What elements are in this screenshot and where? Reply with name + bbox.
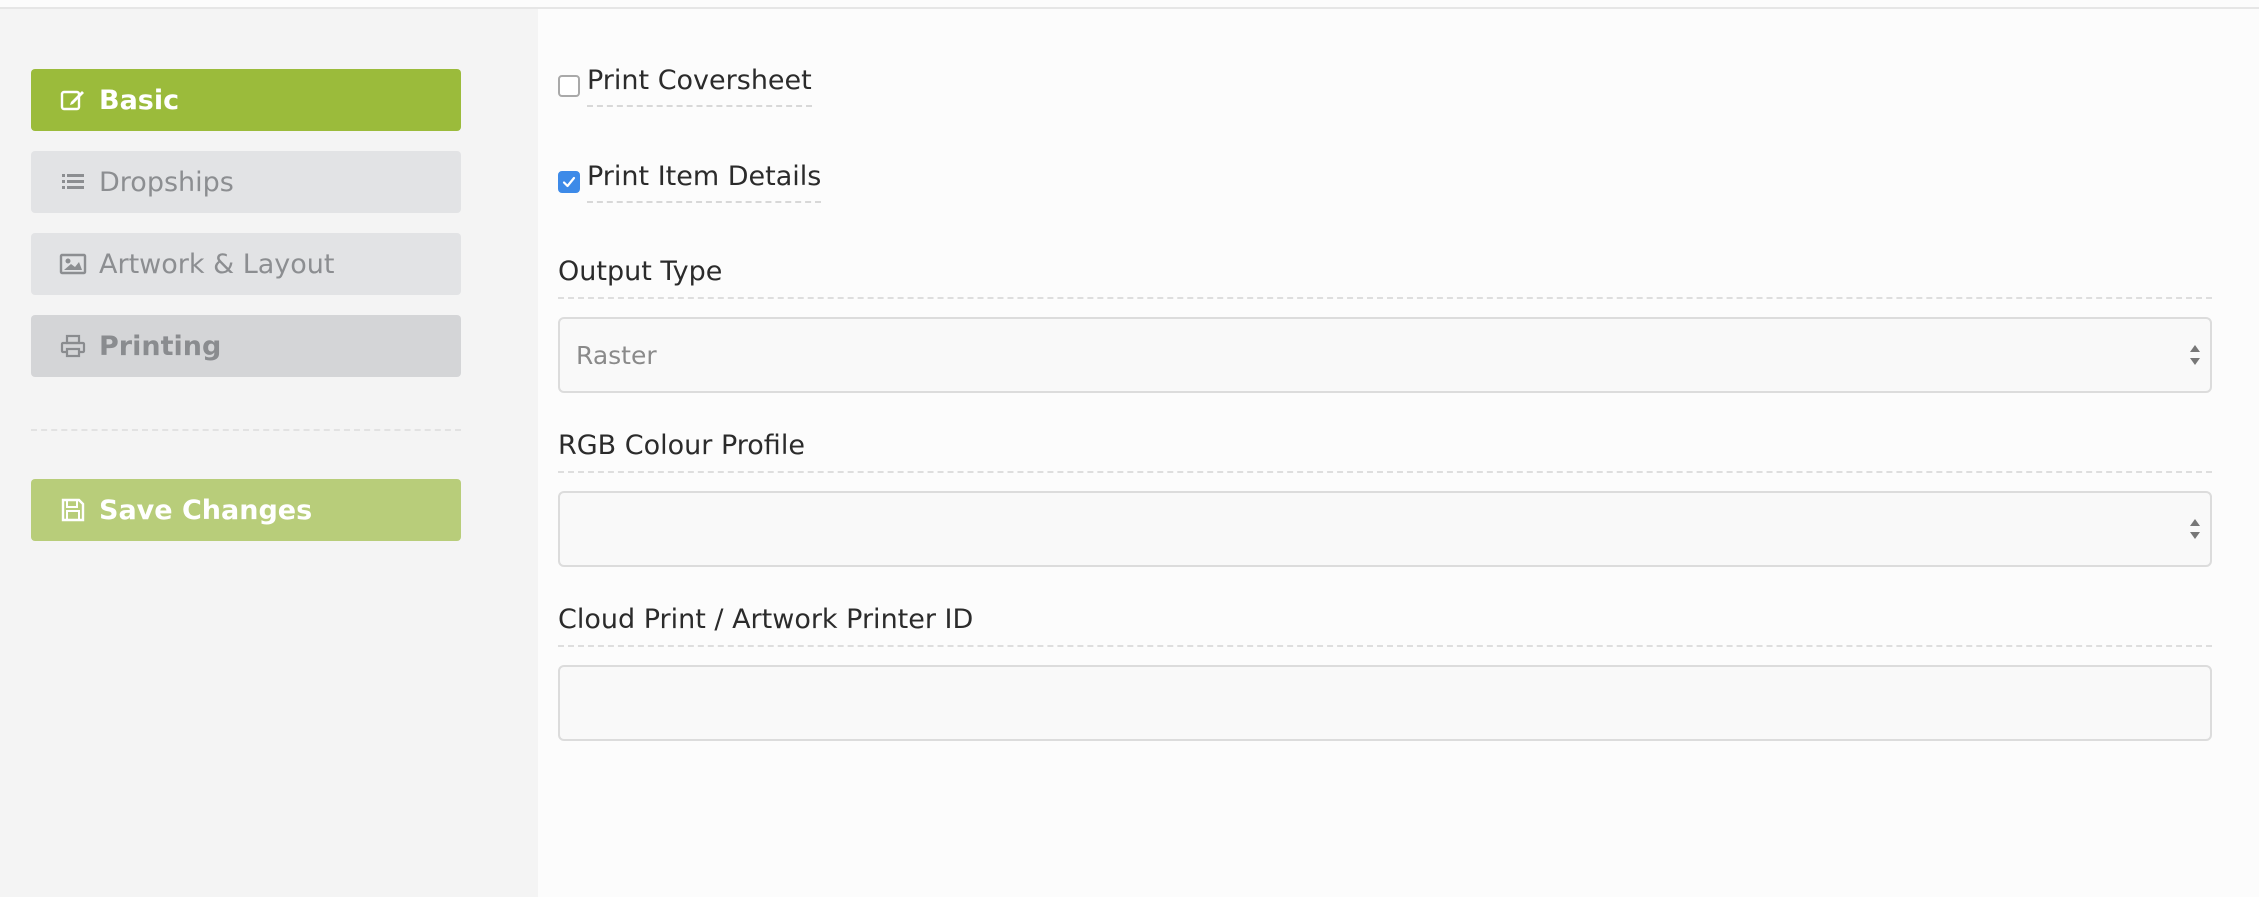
top-divider — [0, 0, 2259, 9]
cloud-print-printer-id-input[interactable] — [558, 665, 2212, 741]
settings-form: Print Coversheet Print Item Details Outp… — [538, 9, 2259, 897]
select-arrows-icon — [2190, 345, 2200, 365]
nav-artwork-layout-label: Artwork & Layout — [99, 248, 335, 280]
nav-artwork-layout-button[interactable]: Artwork & Layout — [31, 233, 461, 295]
image-icon — [59, 250, 87, 278]
edit-icon — [59, 86, 87, 114]
sidebar: Basic Dropships Artwork & Layout Printin… — [0, 9, 538, 897]
print-coversheet-option: Print Coversheet — [558, 64, 812, 107]
print-item-details-label[interactable]: Print Item Details — [587, 160, 822, 203]
save-changes-button[interactable]: Save Changes — [31, 479, 461, 541]
output-type-label: Output Type — [558, 255, 2212, 299]
nav-basic-label: Basic — [99, 84, 180, 116]
print-coversheet-checkbox[interactable] — [558, 74, 580, 97]
output-type-value: Raster — [576, 340, 657, 370]
nav-dropships-button[interactable]: Dropships — [31, 151, 461, 213]
rgb-colour-profile-select[interactable] — [558, 491, 2212, 567]
nav-printing-label: Printing — [99, 330, 222, 362]
checkmark-icon — [562, 176, 576, 187]
sidebar-divider — [31, 429, 461, 431]
output-type-select[interactable]: Raster — [558, 317, 2212, 393]
print-coversheet-label[interactable]: Print Coversheet — [587, 64, 812, 107]
nav-basic-button[interactable]: Basic — [31, 69, 461, 131]
nav-printing-button[interactable]: Printing — [31, 315, 461, 377]
rgb-colour-profile-label: RGB Colour Profile — [558, 429, 2212, 473]
nav-dropships-label: Dropships — [99, 166, 234, 198]
list-icon — [59, 168, 87, 196]
save-changes-label: Save Changes — [99, 494, 313, 526]
select-arrows-icon — [2190, 519, 2200, 539]
print-item-details-checkbox[interactable] — [558, 170, 580, 193]
print-item-details-option: Print Item Details — [558, 160, 822, 203]
printer-icon — [59, 332, 87, 360]
cloud-print-printer-id-label: Cloud Print / Artwork Printer ID — [558, 603, 2212, 647]
floppy-disk-icon — [59, 496, 87, 524]
